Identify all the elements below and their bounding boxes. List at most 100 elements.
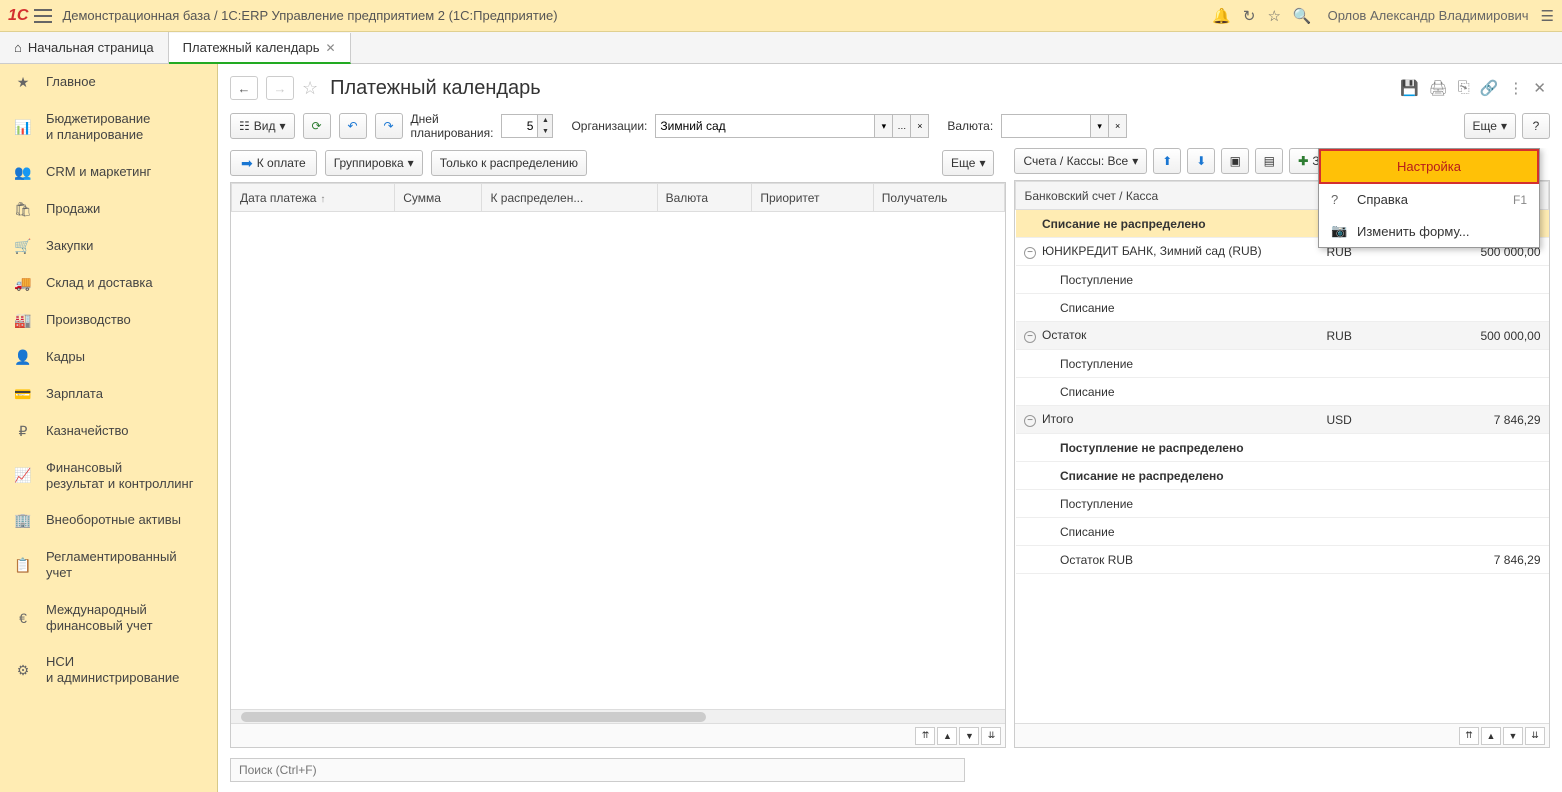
- currency-input[interactable]: [1001, 114, 1091, 138]
- export-icon[interactable]: ⎘: [1458, 79, 1470, 97]
- table-row[interactable]: Поступление: [1016, 490, 1549, 518]
- collapse-icon[interactable]: −: [1024, 331, 1036, 343]
- close-icon[interactable]: ✕: [326, 41, 336, 55]
- search-icon[interactable]: 🔍: [1293, 7, 1312, 25]
- distribute-only-button[interactable]: Только к распределению: [431, 150, 587, 176]
- down-icon[interactable]: ▼: [1503, 727, 1523, 745]
- menu-item-help[interactable]: ? Справка F1: [1319, 184, 1539, 215]
- org-select[interactable]: ▾ … ×: [655, 114, 929, 138]
- collapse-icon[interactable]: −: [1024, 415, 1036, 427]
- left-col-0[interactable]: Дата платежа↑: [232, 184, 395, 212]
- window-button-1[interactable]: ▣: [1221, 148, 1249, 174]
- days-input[interactable]: [501, 114, 537, 138]
- accounts-filter-button[interactable]: Счета / Кассы: Все ▾: [1014, 148, 1147, 174]
- move-down-button[interactable]: ⬇: [1187, 148, 1215, 174]
- up-icon[interactable]: ▲: [1481, 727, 1501, 745]
- menu-item-settings[interactable]: Настройка: [1319, 149, 1539, 184]
- save-icon[interactable]: 💾: [1400, 79, 1419, 97]
- spin-up-icon[interactable]: ▲: [538, 115, 552, 126]
- window-button-2[interactable]: ▤: [1255, 148, 1283, 174]
- sidebar-item-7[interactable]: 👤Кадры: [0, 339, 217, 376]
- history-icon[interactable]: ↻: [1243, 7, 1256, 25]
- table-row[interactable]: Остаток RUB7 846,29: [1016, 546, 1549, 574]
- left-more-button[interactable]: Еще ▾: [942, 150, 994, 176]
- nav-back-button[interactable]: ←: [230, 76, 258, 100]
- sidebar-item-8[interactable]: 💳Зарплата: [0, 376, 217, 413]
- currency-dropdown-icon[interactable]: ▾: [1091, 114, 1109, 138]
- currency-select[interactable]: ▾ ×: [1001, 114, 1127, 138]
- sidebar-item-10[interactable]: 📈Финансовый результат и контроллинг: [0, 450, 217, 503]
- sidebar-item-12[interactable]: 📋Регламентированный учет: [0, 539, 217, 592]
- print-icon[interactable]: 🖨: [1429, 79, 1448, 97]
- sidebar-item-4[interactable]: 🛒Закупки: [0, 228, 217, 265]
- table-row[interactable]: −ИтогоUSD7 846,29: [1016, 406, 1549, 434]
- table-row[interactable]: Списание не распределено: [1016, 462, 1549, 490]
- more-vertical-icon[interactable]: ⋮: [1508, 79, 1523, 97]
- more-button[interactable]: Еще ▾: [1464, 113, 1516, 139]
- change-form-label: Изменить форму...: [1357, 224, 1470, 239]
- left-col-3[interactable]: Валюта: [657, 184, 752, 212]
- sidebar-item-2[interactable]: 👥CRM и маркетинг: [0, 154, 217, 191]
- spin-down-icon[interactable]: ▼: [538, 126, 552, 137]
- up-icon[interactable]: ▲: [937, 727, 957, 745]
- sidebar-item-0[interactable]: ★Главное: [0, 64, 217, 101]
- down-icon[interactable]: ▼: [959, 727, 979, 745]
- bell-icon[interactable]: 🔔: [1212, 7, 1231, 25]
- search-input[interactable]: [230, 758, 965, 782]
- table-row[interactable]: Списание: [1016, 518, 1549, 546]
- table-row[interactable]: Поступление: [1016, 266, 1549, 294]
- left-hscroll[interactable]: [231, 709, 1005, 723]
- undo-button[interactable]: ↶: [339, 113, 367, 139]
- table-row[interactable]: −ОстатокRUB500 000,00: [1016, 322, 1549, 350]
- to-pay-button[interactable]: ➡ К оплате: [230, 150, 317, 176]
- sidebar-item-1[interactable]: 📊Бюджетирование и планирование: [0, 101, 217, 154]
- collapse-all-icon[interactable]: ⇊: [981, 727, 1001, 745]
- refresh-button[interactable]: ⟳: [303, 113, 331, 139]
- table-row[interactable]: Списание: [1016, 378, 1549, 406]
- move-up-button[interactable]: ⬆: [1153, 148, 1181, 174]
- view-button[interactable]: ☷ Вид ▾: [230, 113, 295, 139]
- left-table-body[interactable]: Дата платежа↑СуммаК распределен...Валюта…: [231, 183, 1005, 709]
- user-name[interactable]: Орлов Александр Владимирович: [1328, 8, 1529, 23]
- favorite-star-icon[interactable]: ☆: [302, 78, 318, 99]
- expand-all-icon[interactable]: ⇈: [1459, 727, 1479, 745]
- sidebar-item-6[interactable]: 🏭Производство: [0, 302, 217, 339]
- table-row[interactable]: Поступление: [1016, 350, 1549, 378]
- sidebar-item-11[interactable]: 🏢Внеоборотные активы: [0, 502, 217, 539]
- table-row[interactable]: Поступление не распределено: [1016, 434, 1549, 462]
- tab-payment-calendar[interactable]: Платежный календарь ✕: [169, 33, 351, 64]
- left-col-4[interactable]: Приоритет: [752, 184, 873, 212]
- sidebar-item-5[interactable]: 🚚Склад и доставка: [0, 265, 217, 302]
- redo-button[interactable]: ↷: [375, 113, 403, 139]
- org-dropdown-icon[interactable]: ▾: [875, 114, 893, 138]
- help-button[interactable]: ?: [1522, 113, 1550, 139]
- tab-home[interactable]: ⌂ Начальная страница: [0, 32, 169, 63]
- star-icon[interactable]: ☆: [1267, 7, 1280, 25]
- close-page-icon[interactable]: ✕: [1533, 79, 1546, 97]
- table-row[interactable]: Списание: [1016, 294, 1549, 322]
- link-icon[interactable]: 🔗: [1480, 79, 1499, 97]
- org-input[interactable]: [655, 114, 875, 138]
- expand-all-icon[interactable]: ⇈: [915, 727, 935, 745]
- right-table-body[interactable]: Банковский счет / КассаВалю... Списание …: [1015, 181, 1549, 723]
- sidebar-icon: €: [14, 610, 32, 626]
- settings-lines-icon[interactable]: ☰: [1541, 7, 1554, 25]
- currency-clear-button[interactable]: ×: [1109, 114, 1127, 138]
- right-col-0[interactable]: Банковский счет / Касса: [1016, 182, 1319, 210]
- nav-forward-button[interactable]: →: [266, 76, 294, 100]
- left-col-1[interactable]: Сумма: [395, 184, 482, 212]
- org-ellipsis-button[interactable]: …: [893, 114, 911, 138]
- menu-item-change-form[interactable]: 📷 Изменить форму...: [1319, 215, 1539, 247]
- left-col-2[interactable]: К распределен...: [482, 184, 657, 212]
- menu-icon[interactable]: [34, 9, 52, 23]
- days-spinner[interactable]: ▲▼: [501, 114, 553, 138]
- org-clear-button[interactable]: ×: [911, 114, 929, 138]
- sidebar-item-9[interactable]: ₽Казначейство: [0, 413, 217, 450]
- sidebar-item-3[interactable]: 🛍Продажи: [0, 191, 217, 228]
- collapse-all-icon[interactable]: ⇊: [1525, 727, 1545, 745]
- sidebar-item-14[interactable]: ⚙НСИ и администрирование: [0, 644, 217, 697]
- grouping-button[interactable]: Группировка ▾: [325, 150, 423, 176]
- left-col-5[interactable]: Получатель: [873, 184, 1005, 212]
- collapse-icon[interactable]: −: [1024, 247, 1036, 259]
- sidebar-item-13[interactable]: €Международный финансовый учет: [0, 592, 217, 645]
